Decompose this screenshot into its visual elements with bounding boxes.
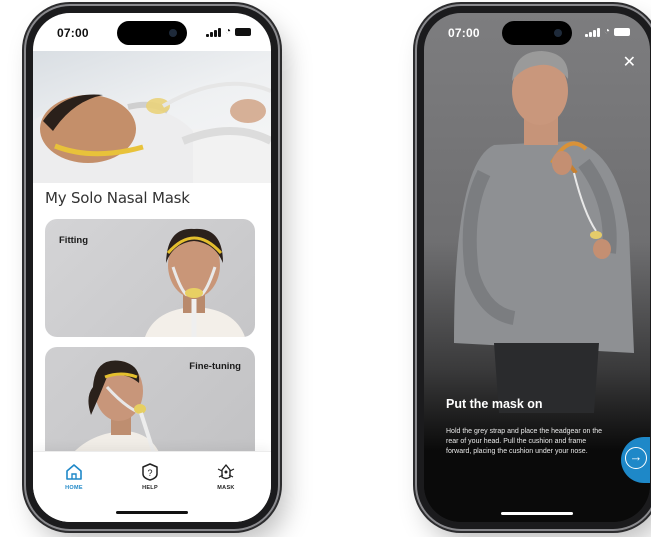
tab-home-label: HOME — [65, 485, 83, 491]
step-description: Hold the grey strap and place the headge… — [446, 428, 603, 455]
wifi-icon: ◔ — [224, 26, 231, 37]
mask-icon — [217, 464, 235, 480]
fine-tuning-card[interactable]: Fine-tuning — [45, 347, 255, 463]
fitting-card-label: Fitting — [59, 235, 89, 246]
fitting-card[interactable]: Fitting — [45, 219, 255, 337]
hero-image — [33, 51, 271, 183]
phone-frame-instruction: 07:00 ◔ ✕ Put the mask on Hold the grey … — [417, 6, 651, 529]
signal-icon — [585, 27, 600, 37]
bottom-tab-bar: HOME ? HELP MASK — [33, 451, 271, 522]
page-title: My Solo Nasal Mask — [45, 189, 190, 207]
tab-mask-label: MASK — [217, 485, 235, 491]
status-time: 07:00 — [57, 26, 89, 40]
signal-icon — [206, 27, 221, 37]
battery-icon — [614, 28, 630, 36]
help-icon: ? — [142, 463, 158, 481]
status-time: 07:00 — [448, 26, 480, 40]
home-screen: 07:00 ◔ My Solo Nasal Mask Fitting Fine-… — [33, 13, 271, 522]
close-icon[interactable]: ✕ — [623, 55, 636, 71]
status-icons: ◔ — [585, 27, 630, 37]
phone-frame-home: 07:00 ◔ My Solo Nasal Mask Fitting Fine-… — [26, 6, 278, 529]
home-indicator[interactable] — [116, 511, 188, 514]
tab-mask[interactable]: MASK — [201, 462, 251, 491]
dynamic-island — [502, 21, 572, 45]
dynamic-island — [117, 21, 187, 45]
arrow-right-icon: → — [625, 447, 647, 469]
step-title: Put the mask on — [446, 397, 543, 411]
tab-help-label: HELP — [142, 485, 158, 491]
wifi-icon: ◔ — [603, 26, 610, 37]
svg-text:?: ? — [147, 468, 152, 478]
home-icon — [66, 464, 82, 480]
status-icons: ◔ — [206, 27, 251, 37]
home-indicator[interactable] — [501, 512, 573, 515]
fine-tuning-card-label: Fine-tuning — [189, 361, 241, 372]
battery-icon — [235, 28, 251, 36]
tab-help[interactable]: ? HELP — [125, 462, 175, 491]
tab-home[interactable]: HOME — [49, 462, 99, 491]
instruction-screen: 07:00 ◔ ✕ Put the mask on Hold the grey … — [424, 13, 650, 522]
